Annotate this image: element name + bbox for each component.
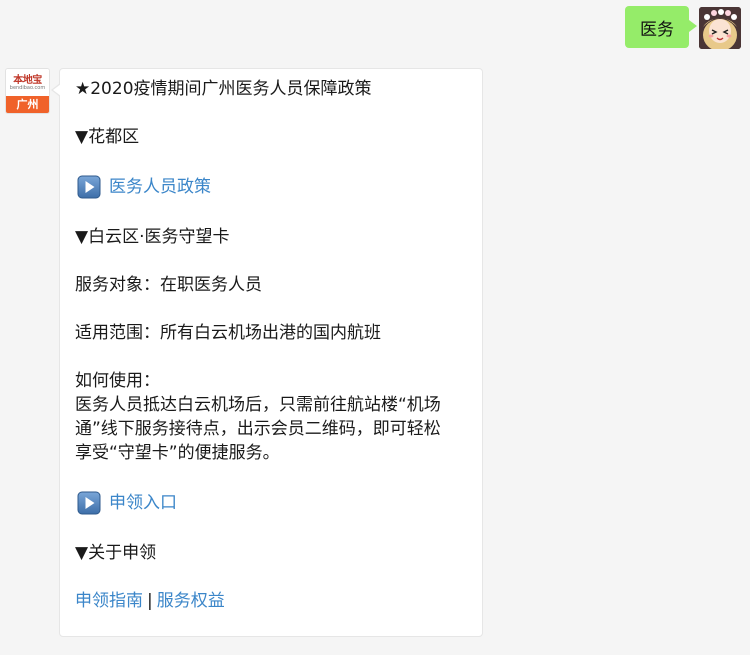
- bot-avatar-brand: 本地宝: [13, 75, 42, 86]
- howto-line-3: 享受“守望卡”的便捷服务。: [75, 443, 280, 463]
- message-title: ★2020疫情期间广州医务人员保障政策: [75, 79, 372, 99]
- link-row-apply[interactable]: 申领入口: [75, 489, 468, 517]
- howto-label: 如何使用：: [75, 371, 160, 391]
- footer-links: 申领指南 | 服务权益: [75, 589, 468, 613]
- staff-policy-link[interactable]: 医务人员政策: [109, 175, 211, 199]
- section-heading-apply: ▼关于申领: [75, 543, 157, 563]
- service-rights-link[interactable]: 服务权益: [157, 591, 225, 611]
- user-avatar-image: [699, 7, 741, 49]
- section-heading-huadu: ▼花都区: [75, 127, 140, 147]
- play-button-icon: [77, 175, 101, 199]
- user-avatar[interactable]: [699, 7, 741, 49]
- apply-guide-link[interactable]: 申领指南: [75, 591, 143, 611]
- scope-text: 适用范围：所有白云机场出港的国内航班: [75, 323, 381, 343]
- bot-avatar[interactable]: 本地宝 bendibao.com 广州: [6, 69, 49, 113]
- howto-line-1: 医务人员抵达白云机场后，只需前往航站楼“机场: [75, 395, 441, 415]
- service-target-text: 服务对象：在职医务人员: [75, 275, 262, 295]
- link-row-staff-policy[interactable]: 医务人员政策: [75, 173, 468, 201]
- bot-avatar-city: 广州: [6, 96, 49, 113]
- link-separator: |: [147, 591, 153, 611]
- user-message-text: 医务: [640, 19, 674, 40]
- play-button-icon: [77, 491, 101, 515]
- user-message-bubble[interactable]: 医务: [625, 6, 697, 48]
- section-heading-baiyun: ▼白云区·医务守望卡: [75, 227, 230, 247]
- bot-avatar-url: bendibao.com: [9, 85, 46, 91]
- howto-line-2: 通”线下服务接待点，出示会员二维码，即可轻松: [75, 419, 441, 439]
- apply-entry-link[interactable]: 申领入口: [109, 491, 177, 515]
- bot-message-bubble: ★2020疫情期间广州医务人员保障政策 ▼花都区 医务人员政策 ▼白云区·医务守…: [51, 68, 483, 637]
